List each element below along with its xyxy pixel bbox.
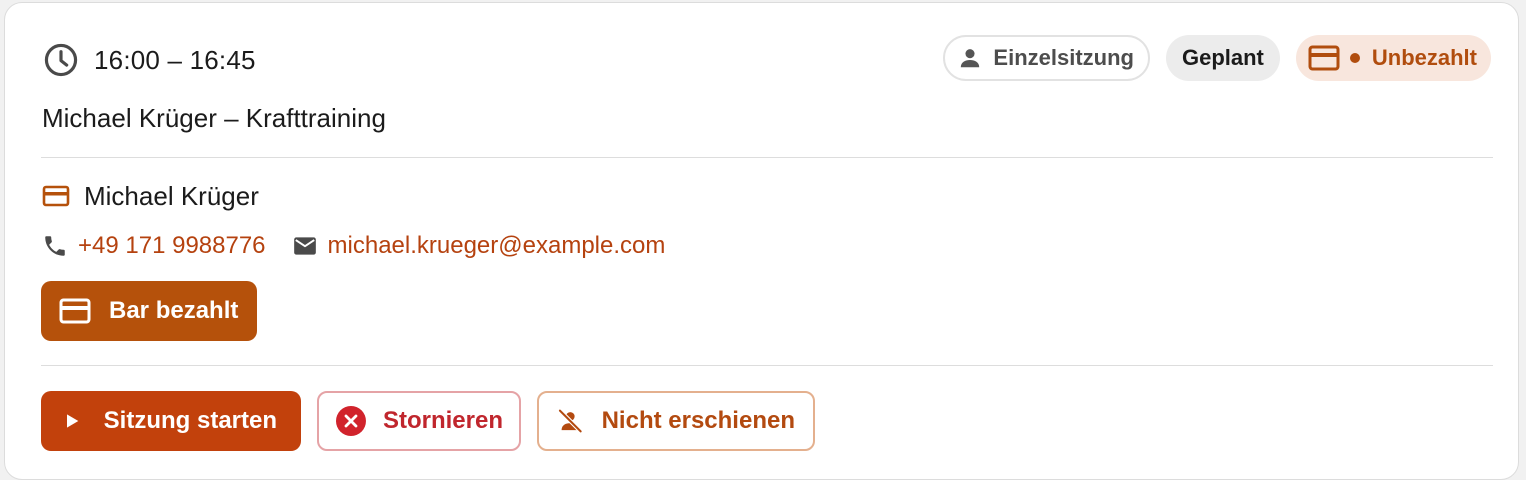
phone-contact: +49 171 9988776: [42, 232, 266, 260]
session-card: 16:00 – 16:45 Einzelsitzung Geplant Unbe…: [4, 2, 1519, 480]
client-info: Michael Krüger: [42, 177, 259, 215]
session-badges: Einzelsitzung Geplant Unbezahlt: [943, 35, 1491, 81]
phone-link[interactable]: +49 171 9988776: [78, 232, 266, 260]
phone-icon: [45, 236, 65, 256]
payment-status-dot: [1349, 53, 1360, 63]
payment-status-badge: Unbezahlt: [1295, 35, 1491, 81]
session-type-label: Einzelsitzung: [993, 45, 1134, 70]
session-title: Michael Krüger – Krafttraining: [42, 103, 386, 133]
paid-cash-label: Bar bezahlt: [109, 297, 239, 324]
session-time: 16:00 – 16:45: [42, 41, 256, 79]
paid-cash-button[interactable]: Bar bezahlt: [41, 281, 257, 341]
cancel-circle-icon: [335, 406, 366, 436]
divider: [41, 157, 1493, 158]
email-link[interactable]: michael.krueger@example.com: [328, 232, 666, 260]
person-off-icon: [557, 408, 583, 434]
cancel-button[interactable]: Stornieren: [317, 391, 521, 451]
no-show-button[interactable]: Nicht erschienen: [537, 391, 815, 451]
payment-status-label: Unbezahlt: [1371, 45, 1477, 70]
start-session-label: Sitzung starten: [103, 407, 277, 434]
credit-card-icon: [59, 298, 91, 324]
status-badge: Geplant: [1165, 35, 1280, 81]
cancel-label: Stornieren: [382, 407, 503, 434]
person-icon: [961, 49, 980, 68]
credit-card-icon: [42, 185, 70, 207]
client-name: Michael Krüger: [84, 180, 259, 211]
divider: [41, 365, 1493, 366]
no-show-label: Nicht erschienen: [601, 407, 795, 434]
credit-card-icon: [1308, 45, 1340, 71]
clock-icon: [44, 43, 78, 77]
session-time-label: 16:00 – 16:45: [94, 44, 256, 75]
start-session-button[interactable]: Sitzung starten: [41, 391, 301, 451]
mail-icon: [293, 237, 316, 255]
email-contact: michael.krueger@example.com: [292, 232, 666, 260]
client-contact: +49 171 9988776 michael.krueger@example.…: [42, 229, 691, 263]
status-label: Geplant: [1181, 45, 1264, 70]
play-icon: [66, 414, 79, 428]
session-type-badge: Einzelsitzung: [943, 35, 1150, 81]
